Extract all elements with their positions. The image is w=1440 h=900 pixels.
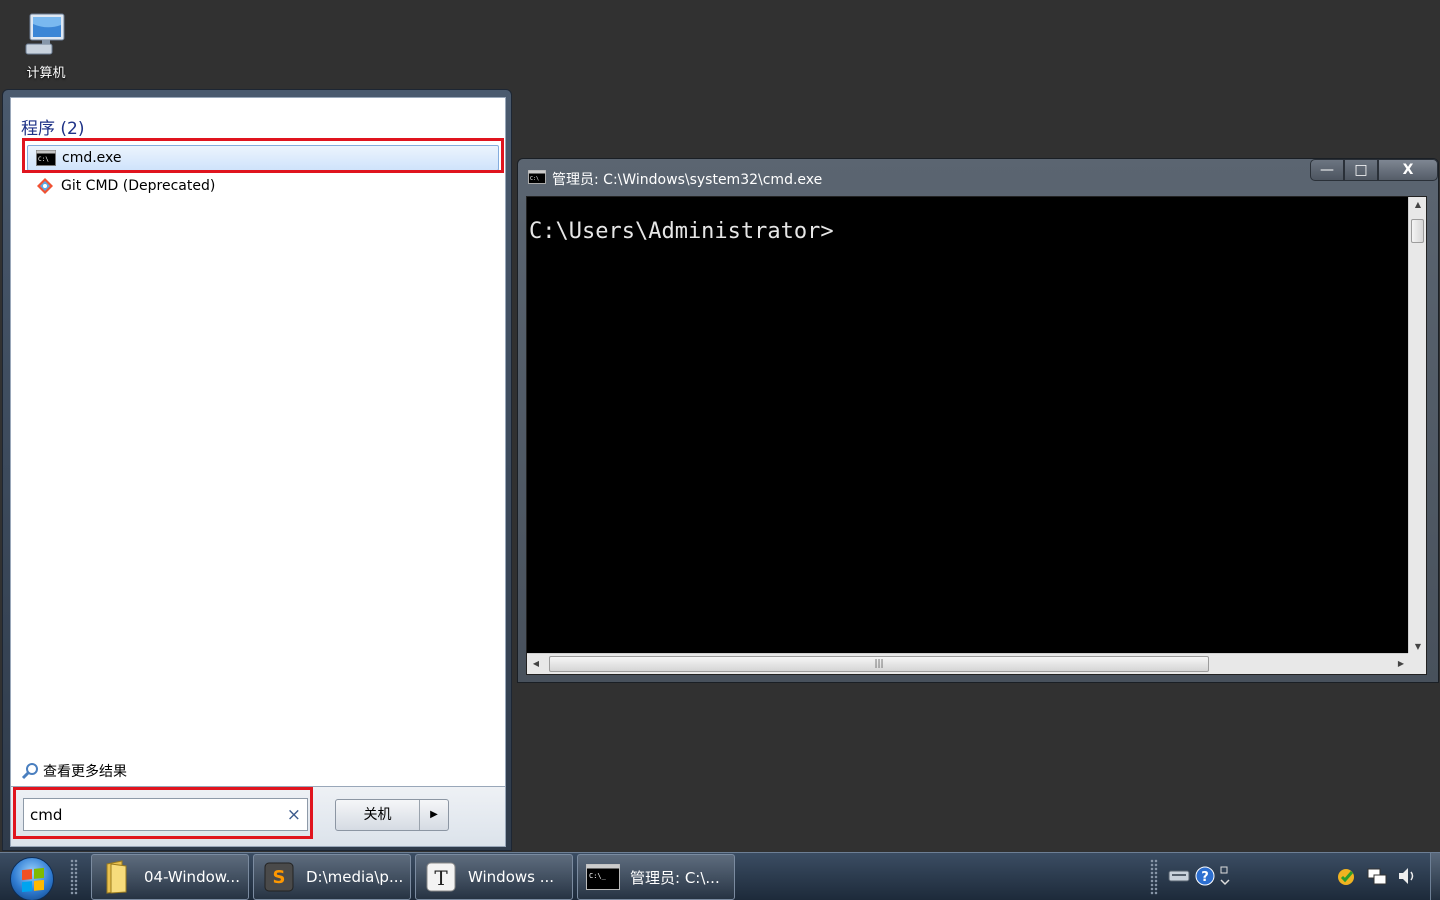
more-results-link[interactable]: 查看更多结果 <box>21 761 127 781</box>
folder-icon <box>100 860 134 894</box>
programs-section-header: 程序 (2) <box>21 119 85 139</box>
git-icon <box>35 178 55 194</box>
svg-text:T: T <box>434 866 448 890</box>
minimize-button[interactable]: — <box>1310 159 1344 181</box>
svg-text:C:\: C:\ <box>38 156 49 163</box>
result-item-label: Git CMD (Deprecated) <box>61 178 216 194</box>
desktop-icon-computer[interactable]: 计算机 <box>14 12 78 81</box>
svg-text:C:\: C:\ <box>530 176 539 182</box>
taskbar-item-label: D:\media\p... <box>306 868 404 886</box>
search-box[interactable]: × <box>23 798 308 831</box>
taskbar-item-typora[interactable]: T Windows ... <box>415 854 573 900</box>
shutdown-options-arrow-icon[interactable]: ▶ <box>420 800 448 830</box>
result-item-git-cmd[interactable]: Git CMD (Deprecated) <box>27 173 499 199</box>
more-results-label: 查看更多结果 <box>43 764 127 780</box>
taskbar-item-explorer[interactable]: 04-Window... <box>91 854 249 900</box>
desktop-icon-label: 计算机 <box>26 66 66 81</box>
cmd-icon: C:\ <box>36 150 56 166</box>
taskbar-item-sublime[interactable]: S D:\media\p... <box>253 854 411 900</box>
taskbar-item-label: Windows ... <box>468 868 555 886</box>
shutdown-button-group: 关机 ▶ <box>335 799 449 831</box>
maximize-button[interactable]: □ <box>1344 159 1378 181</box>
magnifier-icon <box>21 763 38 780</box>
vertical-scrollbar[interactable]: ▲ ▼ <box>1408 197 1426 655</box>
clear-search-icon[interactable]: × <box>287 805 301 825</box>
taskbar-grip[interactable] <box>70 859 78 895</box>
sublime-icon: S <box>262 860 296 894</box>
start-menu: 程序 (2) C:\ cmd.exe Git CMD (Deprecated) … <box>2 89 512 851</box>
taskbar: 04-Window... S D:\media\p... T Windows .… <box>0 852 1440 900</box>
svg-text:?: ? <box>1201 870 1209 885</box>
result-item-label: cmd.exe <box>62 150 122 166</box>
svg-text:S: S <box>273 867 286 888</box>
resize-grip[interactable] <box>1408 653 1426 674</box>
help-icon[interactable]: ? <box>1194 865 1216 887</box>
cmd-title-text: 管理员: C:\Windows\system32\cmd.exe <box>552 172 823 188</box>
windows-logo-icon <box>22 867 44 893</box>
close-button[interactable]: X <box>1378 159 1438 181</box>
cmd-icon: C:\ <box>528 170 546 188</box>
window-controls: — □ X <box>1310 159 1438 181</box>
search-input[interactable] <box>30 805 270 824</box>
show-desktop-button[interactable] <box>1430 853 1440 900</box>
svg-text:C:\_: C:\_ <box>589 872 607 880</box>
horizontal-scrollbar[interactable]: ◀ ||| ▶ <box>527 653 1410 674</box>
tray-grip[interactable] <box>1150 859 1158 895</box>
shutdown-button[interactable]: 关机 <box>336 800 420 830</box>
typora-icon: T <box>424 860 458 894</box>
network-icon[interactable] <box>1366 865 1388 887</box>
start-button[interactable] <box>10 857 54 900</box>
cmd-title-bar[interactable]: C:\ 管理员: C:\Windows\system32\cmd.exe <box>528 169 822 189</box>
vertical-scroll-thumb[interactable] <box>1411 219 1424 243</box>
taskbar-item-label: 管理员: C:\... <box>630 868 720 887</box>
cmd-icon: C:\_ <box>586 860 620 894</box>
search-bar-area: × 关机 ▶ <box>10 787 506 847</box>
volume-icon[interactable] <box>1396 865 1418 887</box>
console-prompt: C:\Users\Administrator> <box>529 219 834 244</box>
horizontal-scroll-thumb[interactable]: ||| <box>549 656 1209 672</box>
console-area[interactable]: C:\Users\Administrator> ▲ ▼ ◀ ||| ▶ <box>526 196 1427 675</box>
cmd-window: C:\ 管理员: C:\Windows\system32\cmd.exe — □… <box>517 158 1439 683</box>
scroll-up-icon[interactable]: ▲ <box>1409 197 1427 213</box>
computer-icon <box>25 13 65 55</box>
keyboard-icon[interactable] <box>1168 865 1190 887</box>
result-item-cmd[interactable]: C:\ cmd.exe <box>27 145 499 171</box>
taskbar-item-cmd[interactable]: C:\_ 管理员: C:\... <box>577 854 735 900</box>
taskbar-item-label: 04-Window... <box>144 868 240 886</box>
language-bar-options-icon[interactable] <box>1218 865 1232 887</box>
scroll-left-icon[interactable]: ◀ <box>527 654 545 674</box>
security-shield-icon[interactable] <box>1336 865 1358 887</box>
search-results-panel: 程序 (2) C:\ cmd.exe Git CMD (Deprecated) … <box>10 97 506 787</box>
